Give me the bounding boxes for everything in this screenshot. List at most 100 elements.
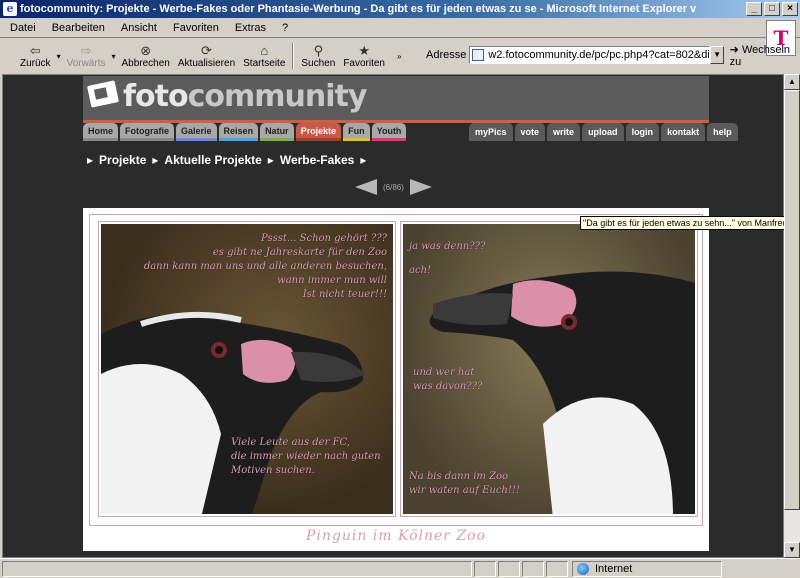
next-image-arrow-icon[interactable] (409, 179, 432, 195)
status-bar: Internet (0, 558, 800, 578)
favorites-button[interactable]: ★ Favoriten (339, 40, 389, 72)
status-cell (498, 560, 520, 577)
nav-projekte[interactable]: Projekte (295, 123, 342, 141)
home-button[interactable]: ⌂ Startseite (239, 40, 289, 72)
forward-label: Vorwärts (66, 57, 106, 69)
scroll-up-icon[interactable]: ▲ (784, 74, 800, 90)
site-logo[interactable]: fotocommunity (123, 79, 368, 114)
security-zone: Internet (572, 560, 722, 577)
scroll-down-icon[interactable]: ▼ (784, 542, 800, 558)
address-dropdown-icon[interactable]: ▼ (710, 46, 724, 64)
nav-login[interactable]: login (625, 123, 660, 141)
scroll-thumb[interactable] (784, 90, 800, 510)
image-pager: (6/86) (355, 179, 432, 195)
nav-write[interactable]: write (547, 123, 581, 141)
image-tooltip: "Da gibt es für jeden etwas zu sehn..." … (580, 216, 798, 230)
nav-reisen[interactable]: Reisen (218, 123, 259, 141)
home-label: Startseite (243, 57, 286, 69)
go-button[interactable]: ➜ Wechseln zu (730, 43, 800, 68)
text-line: was davon??? (413, 381, 483, 392)
go-label: Wechseln zu (729, 43, 791, 68)
favorites-label: Favoriten (343, 57, 385, 69)
breadcrumb-aktuelle-projekte[interactable]: Aktuelle Projekte (164, 153, 261, 167)
text-line: die immer wieder nach guten (231, 451, 381, 462)
left-bottom-text: Viele Leute aus der FC, die immer wieder… (231, 436, 391, 478)
back-dropdown-icon[interactable]: ▾ (57, 52, 61, 61)
nav-help[interactable]: help (707, 123, 738, 141)
breadcrumb: ▸ Projekte ▸ Aktuelle Projekte ▸ Werbe-F… (87, 153, 372, 167)
stop-icon: ⊗ (140, 42, 152, 58)
breadcrumb-arrow-icon: ▸ (360, 153, 367, 167)
nav-galerie[interactable]: Galerie (176, 123, 217, 141)
breadcrumb-werbe-fakes[interactable]: Werbe-Fakes (280, 153, 354, 167)
text-line: und wer hat (413, 367, 475, 378)
logo-part2: community (187, 79, 368, 114)
breadcrumb-arrow-icon: ▸ (267, 153, 274, 167)
menu-datei[interactable]: Datei (10, 22, 36, 34)
home-icon: ⌂ (260, 42, 269, 58)
menu-extras[interactable]: Extras (235, 22, 266, 34)
photo-panel-right[interactable]: ja was denn??? ach! und wer hat was davo… (401, 222, 697, 516)
close-button[interactable]: × (782, 2, 798, 16)
text-line: dann kann man uns und alle anderen besuc… (143, 261, 387, 272)
minimize-button[interactable]: _ (746, 2, 762, 16)
toolbar-more-icon[interactable]: » (397, 52, 401, 61)
forward-button[interactable]: ⇨ Vorwärts (63, 40, 110, 72)
back-button[interactable]: ⇦ Zurück (16, 40, 55, 72)
page-icon (472, 49, 485, 61)
text-line: Motiven suchen. (231, 465, 315, 476)
nav-youth[interactable]: Youth (371, 123, 407, 141)
zone-label: Internet (595, 562, 633, 575)
maximize-button[interactable]: □ (764, 2, 780, 16)
nav-natur[interactable]: Natur (260, 123, 294, 141)
stop-button[interactable]: ⊗ Abbrechen (118, 40, 174, 72)
nav-upload[interactable]: upload (582, 123, 624, 141)
photo-panel-left[interactable]: Pssst... Schon gehört ??? es gibt ne Jah… (99, 222, 395, 516)
forward-dropdown-icon[interactable]: ▾ (111, 52, 115, 61)
breadcrumb-projekte[interactable]: Projekte (99, 153, 146, 167)
menu-bearbeiten[interactable]: Bearbeiten (52, 22, 105, 34)
nav-kontakt[interactable]: kontakt (661, 123, 706, 141)
nav-vote[interactable]: vote (514, 123, 546, 141)
ie-icon: e (3, 2, 17, 16)
text-line: wann immer man will (277, 275, 387, 286)
right-mid-text: und wer hat was davon??? (413, 366, 523, 394)
nav-mypics[interactable]: myPics (469, 123, 513, 141)
logo-part1: foto (123, 79, 189, 114)
nav-home[interactable]: Home (83, 123, 119, 141)
menu-ansicht[interactable]: Ansicht (121, 22, 157, 34)
status-cell (474, 560, 496, 577)
toolbar-separator (292, 43, 295, 69)
prev-image-arrow-icon[interactable] (355, 179, 377, 195)
refresh-button[interactable]: ⟳ Aktualisieren (174, 40, 239, 72)
address-bar: Adresse w2.fotocommunity.de/pc/pc.php4?c… (426, 43, 800, 68)
menu-favoriten[interactable]: Favoriten (173, 22, 219, 34)
nav-fotografie[interactable]: Fotografie (120, 123, 175, 141)
refresh-icon: ⟳ (201, 42, 212, 58)
globe-icon (577, 562, 589, 575)
text-line: ach! (409, 265, 432, 276)
forward-arrow-icon: ⇨ (80, 42, 92, 58)
nav-fun[interactable]: Fun (343, 123, 370, 141)
breadcrumb-arrow-icon: ▸ (152, 153, 159, 167)
search-button[interactable]: ⚲ Suchen (297, 40, 339, 72)
pager-count: (6/86) (383, 182, 404, 192)
address-input[interactable]: w2.fotocommunity.de/pc/pc.php4?cat=802&d… (469, 46, 711, 64)
text-line: Na bis dann im Zoo (409, 471, 509, 482)
user-nav: myPics vote write upload login kontakt h… (469, 123, 740, 141)
vertical-scrollbar[interactable]: ▲ ▼ (784, 74, 800, 558)
fotocommunity-logo-icon[interactable] (87, 80, 119, 108)
site-header: fotocommunity (83, 76, 709, 123)
refresh-label: Aktualisieren (177, 57, 236, 69)
breadcrumb-arrow-icon: ▸ (87, 153, 94, 167)
right-bottom-text: Na bis dann im Zoo wir waten auf Euch!!! (409, 470, 549, 498)
text-line: es gibt ne Jahreskarte für den Zoo (212, 247, 387, 258)
search-icon: ⚲ (313, 42, 324, 58)
menu-bar: Datei Bearbeiten Ansicht Favoriten Extra… (0, 18, 800, 38)
window-title: fotocommunity: Projekte - Werbe-Fakes od… (20, 3, 697, 15)
menu-help[interactable]: ? (282, 22, 288, 34)
left-top-text: Pssst... Schon gehört ??? es gibt ne Jah… (107, 232, 387, 302)
address-url: w2.fotocommunity.de/pc/pc.php4?cat=802&d… (488, 49, 710, 61)
main-nav: Home Fotografie Galerie Reisen Natur Pro… (83, 123, 408, 141)
photo-caption: Pinguin im Kölner Zoo (305, 528, 487, 544)
